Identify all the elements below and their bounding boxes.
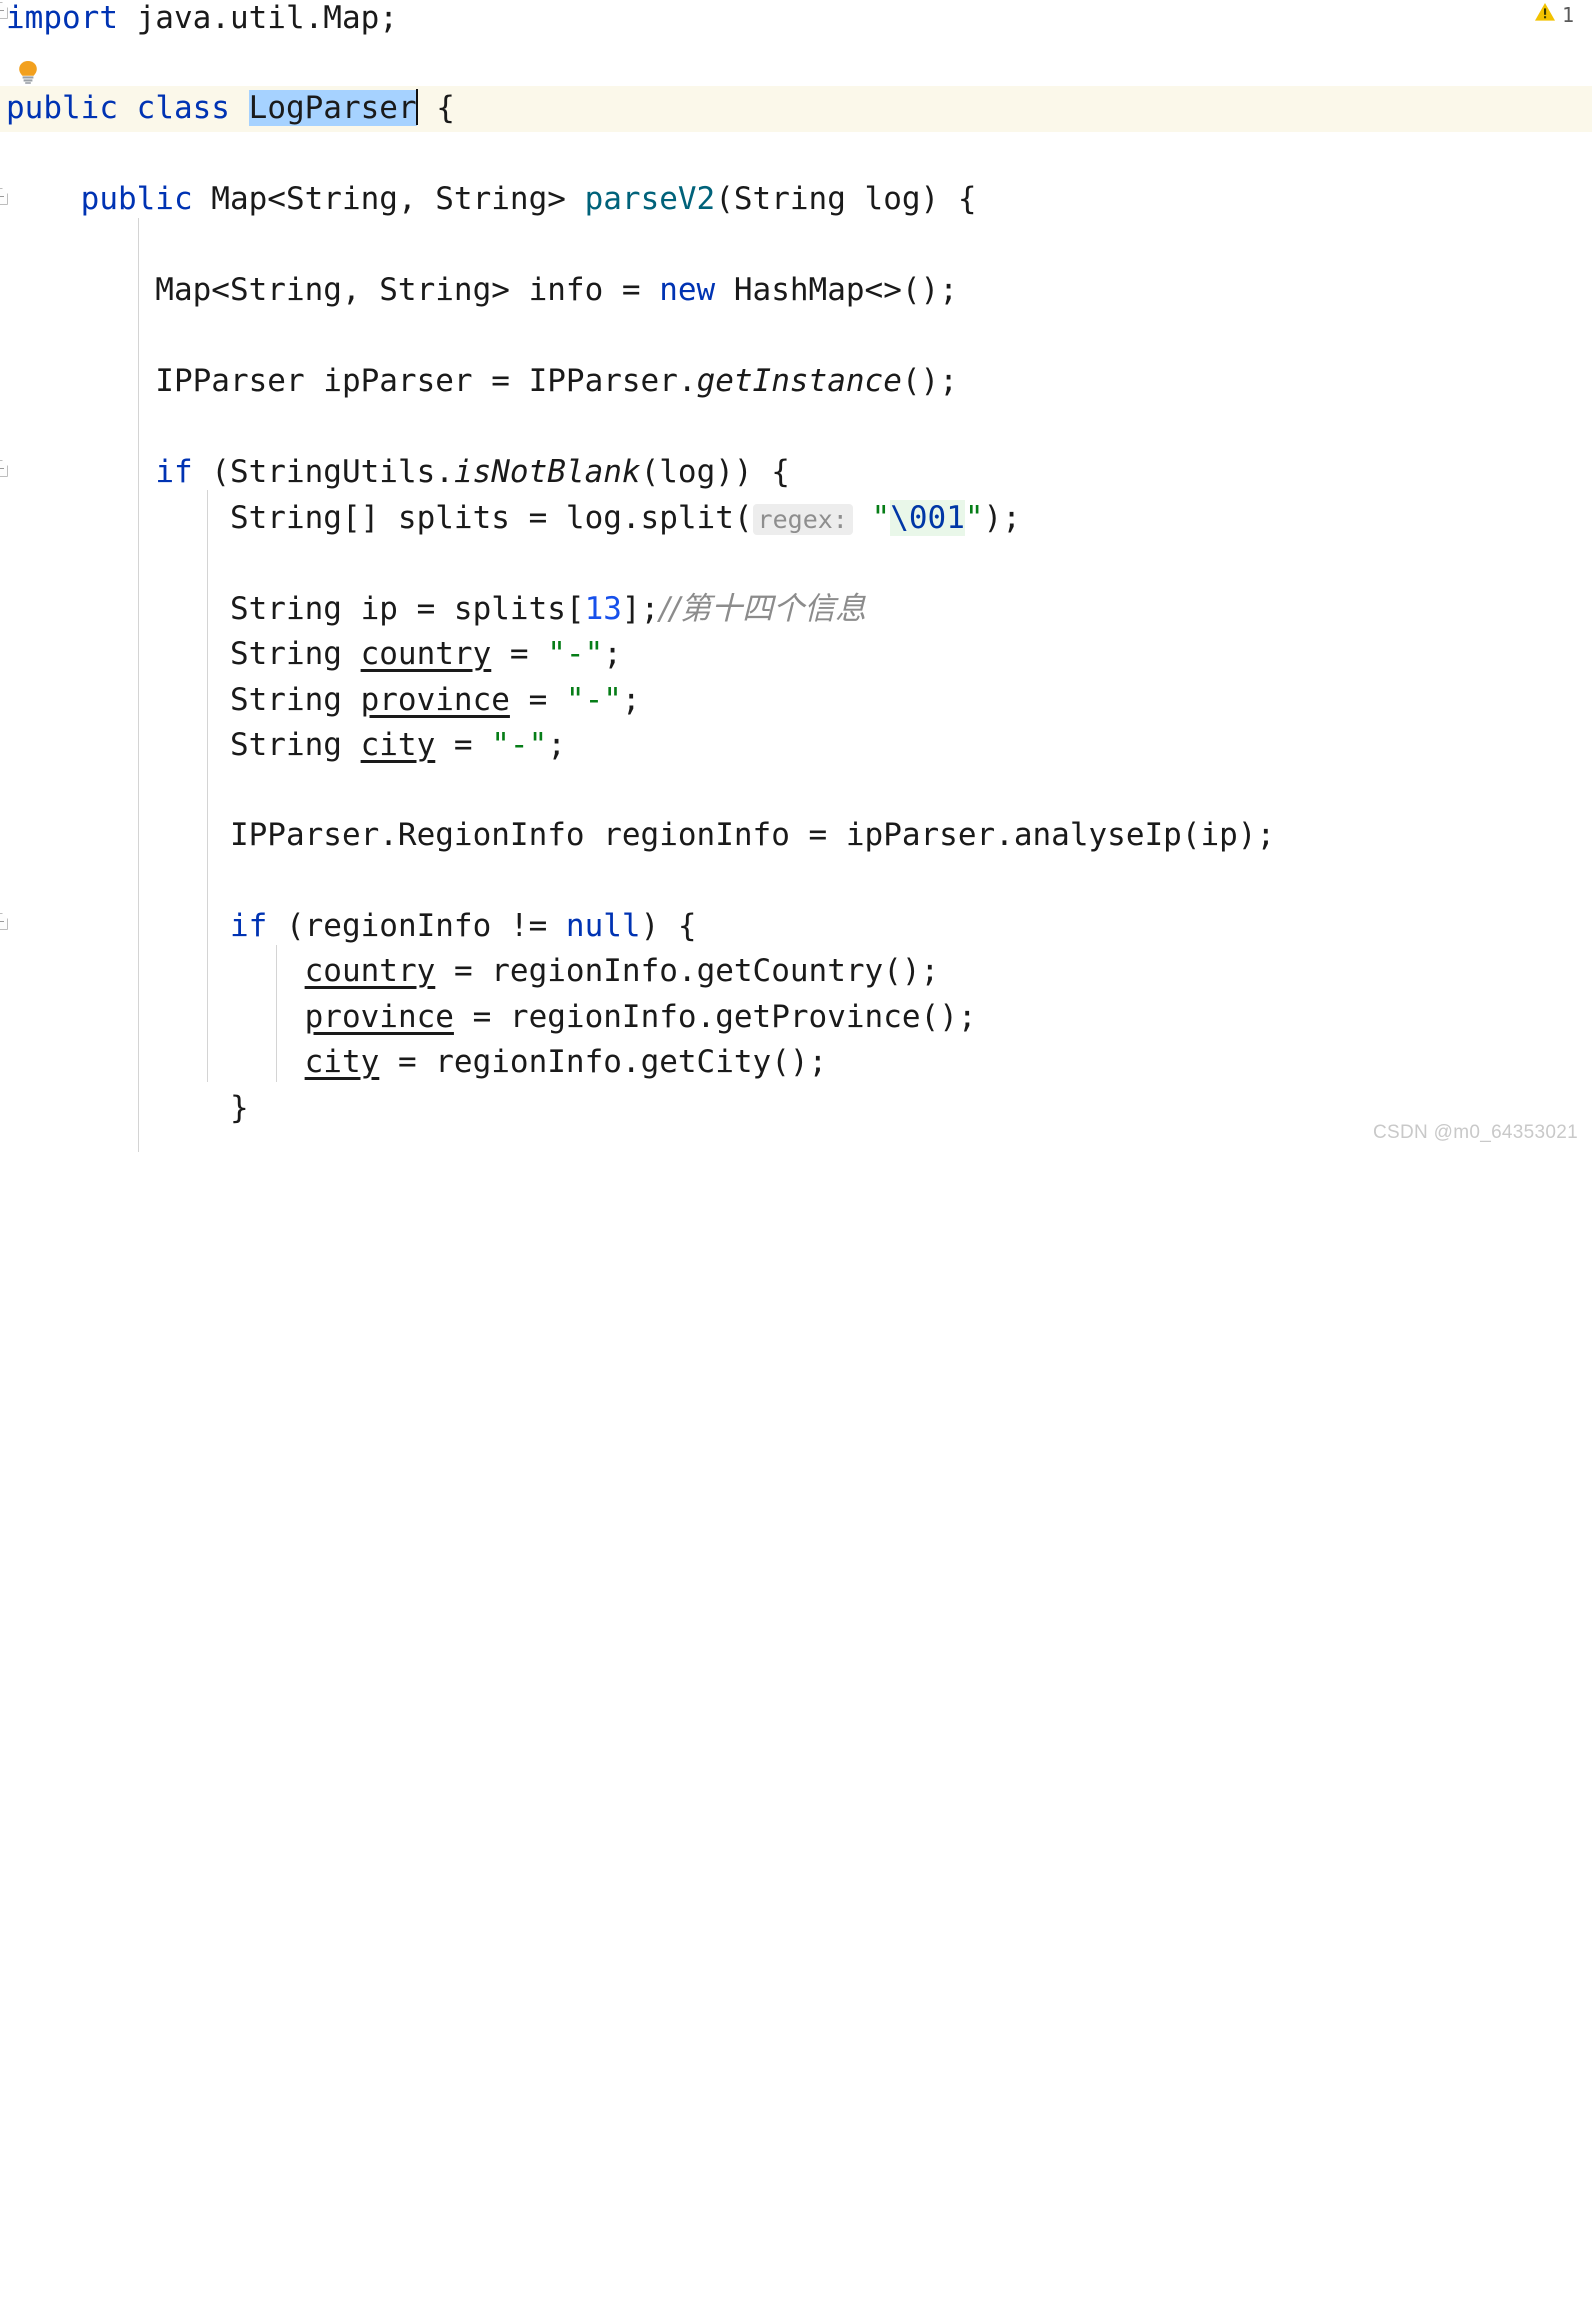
code-editor[interactable]: 1 import java.util.Map; public class Log… bbox=[0, 0, 1592, 1152]
token-assign: = bbox=[509, 682, 566, 718]
token-condition: (regionInfo != bbox=[267, 908, 566, 944]
token-condition-tail: (log)) { bbox=[640, 454, 790, 490]
token-keyword-null: null bbox=[565, 908, 641, 944]
token-string: "-" bbox=[565, 682, 622, 718]
parameter-hint-regex[interactable]: regex: bbox=[752, 504, 853, 535]
token-number: 13 bbox=[584, 591, 622, 627]
code-line: } bbox=[6, 1086, 1592, 1132]
token-import-path: java.util.Map; bbox=[117, 0, 398, 36]
code-line: String province = "-"; bbox=[6, 678, 1592, 724]
warning-triangle-icon bbox=[1534, 2, 1556, 27]
token-variable-city: city bbox=[360, 727, 436, 763]
code-line: country = regionInfo.getCountry(); bbox=[6, 949, 1592, 995]
token-semicolon: ; bbox=[603, 636, 622, 672]
token-string: "-" bbox=[547, 636, 604, 672]
token-quote-open: " bbox=[871, 500, 891, 536]
code-line: if (StringUtils.isNotBlank(log)) { bbox=[6, 450, 1592, 496]
token-return-type: Map<String, String> bbox=[192, 181, 585, 217]
token-keyword: class bbox=[136, 90, 230, 126]
fold-marker-icon[interactable] bbox=[0, 188, 8, 205]
fold-marker-icon[interactable] bbox=[0, 460, 8, 477]
token-statement: IPParser ipParser = IPParser. bbox=[6, 363, 697, 399]
token-statement-tail: (); bbox=[901, 363, 958, 399]
code-line: import java.util.Map; bbox=[6, 0, 1592, 42]
token-quote-close: " bbox=[964, 500, 984, 536]
token-variable-country: country bbox=[360, 636, 492, 672]
code-line: province = regionInfo.getProvince(); bbox=[6, 995, 1592, 1041]
token-escape-sequence: \001 bbox=[890, 500, 965, 536]
token-string: "-" bbox=[491, 727, 548, 763]
code-line: String[] splits = log.split(regex: "\001… bbox=[6, 496, 1592, 542]
selected-class-name[interactable]: LogParser bbox=[248, 90, 417, 126]
fold-marker-icon[interactable] bbox=[0, 913, 8, 930]
token-variable-country: country bbox=[304, 953, 436, 989]
token-declaration: String bbox=[6, 636, 361, 672]
editor-gutter[interactable] bbox=[0, 0, 14, 1152]
token-statement: Map<String, String> info = bbox=[6, 272, 660, 308]
inspection-widget[interactable]: 1 bbox=[1534, 2, 1574, 27]
token-assign: = bbox=[491, 636, 548, 672]
code-line: IPParser.RegionInfo regionInfo = ipParse… bbox=[6, 813, 1592, 859]
token-line-comment: //第十四个信息 bbox=[659, 591, 867, 627]
token-declaration: String bbox=[6, 682, 361, 718]
token-condition-tail: ) { bbox=[640, 908, 697, 944]
code-line: IPParser ipParser = IPParser.getInstance… bbox=[6, 359, 1592, 405]
token-close-brace: } bbox=[6, 1090, 249, 1126]
warning-count: 1 bbox=[1561, 2, 1574, 27]
token-brace: { bbox=[417, 90, 455, 126]
token-static-method: getInstance bbox=[696, 363, 902, 399]
token-static-method: isNotBlank bbox=[453, 454, 641, 490]
token-keyword: public bbox=[80, 181, 193, 217]
token-keyword: public bbox=[6, 90, 118, 126]
lightbulb-icon[interactable] bbox=[17, 60, 39, 84]
token-call: = regionInfo.getCountry(); bbox=[435, 953, 940, 989]
token-statement: String ip = splits[ bbox=[6, 591, 585, 627]
token-semicolon: ; bbox=[621, 682, 641, 718]
code-line: String ip = splits[13];//第十四个信息 bbox=[6, 587, 1592, 633]
token-keyword: if bbox=[229, 908, 268, 944]
code-line: String city = "-"; bbox=[6, 723, 1592, 769]
code-line: if (regionInfo != null) { bbox=[6, 904, 1592, 950]
token-statement: IPParser.RegionInfo regionInfo = ipParse… bbox=[6, 817, 1276, 853]
token-variable-province: province bbox=[360, 682, 510, 718]
token-call: = regionInfo.getProvince(); bbox=[453, 999, 977, 1035]
token-keyword: new bbox=[659, 272, 716, 308]
token-variable-city: city bbox=[304, 1044, 380, 1080]
token-statement-tail: HashMap<>(); bbox=[715, 272, 958, 308]
code-line: String country = "-"; bbox=[6, 632, 1592, 678]
token-assign: = bbox=[435, 727, 492, 763]
token-statement-tail: ); bbox=[983, 500, 1021, 536]
token-call: = regionInfo.getCity(); bbox=[379, 1044, 828, 1080]
code-line: public class LogParser { bbox=[6, 86, 1592, 132]
token-semicolon: ; bbox=[547, 727, 566, 763]
token-variable-province: province bbox=[304, 999, 454, 1035]
code-line: public Map<String, String> parseV2(Strin… bbox=[6, 177, 1592, 223]
token-keyword: import bbox=[6, 0, 118, 36]
token-condition: (StringUtils. bbox=[192, 454, 454, 490]
code-line: Map<String, String> info = new HashMap<>… bbox=[6, 268, 1592, 314]
token-declaration: String bbox=[6, 727, 361, 763]
token-statement: String[] splits = log.split( bbox=[6, 500, 753, 536]
fold-marker-icon[interactable] bbox=[0, 2, 8, 19]
token-method-name: parseV2 bbox=[584, 181, 716, 217]
token-keyword: if bbox=[155, 454, 193, 490]
code-content[interactable]: import java.util.Map; public class LogPa… bbox=[0, 0, 1592, 2304]
watermark: CSDN @m0_64353021 bbox=[1373, 1122, 1578, 1143]
code-line: city = regionInfo.getCity(); bbox=[6, 1040, 1592, 1086]
token-params: (String log) { bbox=[715, 181, 977, 217]
token-statement-mid: ]; bbox=[621, 591, 660, 627]
